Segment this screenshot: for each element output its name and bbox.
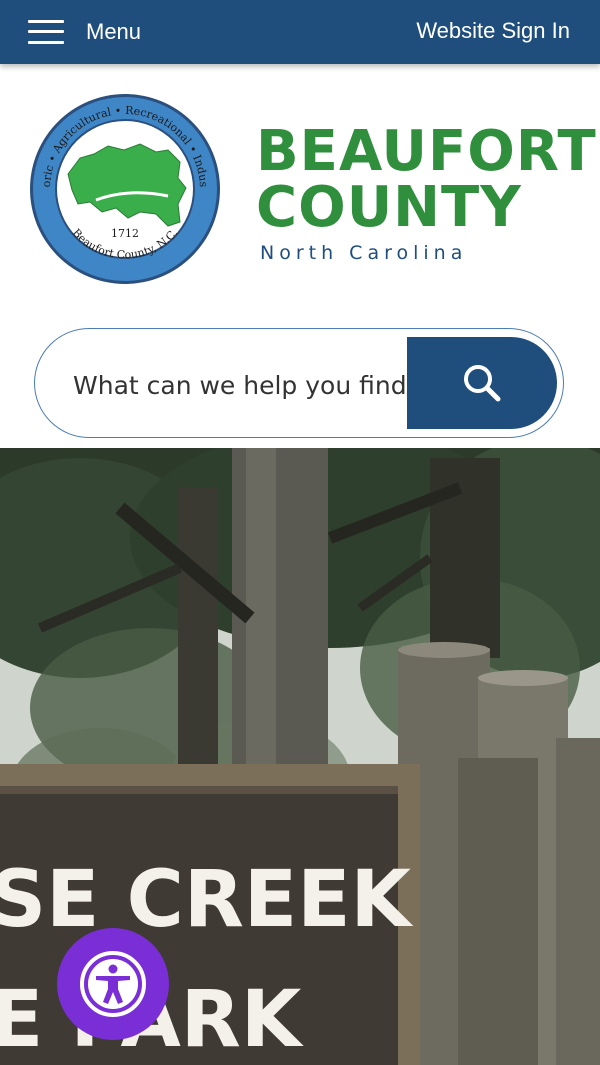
search-bar (34, 328, 564, 438)
accessibility-icon (80, 951, 146, 1017)
brand-title-line1: BEAUFORT (256, 119, 597, 184)
website-sign-in-link[interactable]: Website Sign In (416, 18, 570, 44)
seal-year: 1712 (111, 227, 139, 240)
sign-text-line1: SE CREEK (0, 855, 413, 945)
accessibility-button[interactable] (57, 928, 169, 1040)
menu-button[interactable]: Menu (18, 10, 168, 54)
search-button[interactable] (407, 337, 557, 429)
search-input[interactable] (71, 359, 411, 411)
county-seal-logo[interactable]: Historic • Agricultural • Recreational •… (28, 92, 222, 286)
top-navigation-bar: Menu Website Sign In (0, 0, 600, 64)
brand-subtitle: North Carolina (260, 242, 468, 264)
hamburger-icon (28, 20, 64, 44)
menu-label: Menu (86, 19, 142, 44)
site-brand[interactable]: BEAUFORT COUNTY North Carolina (256, 119, 597, 265)
search-icon (464, 365, 501, 402)
brand-title-line2: COUNTY (256, 175, 522, 240)
